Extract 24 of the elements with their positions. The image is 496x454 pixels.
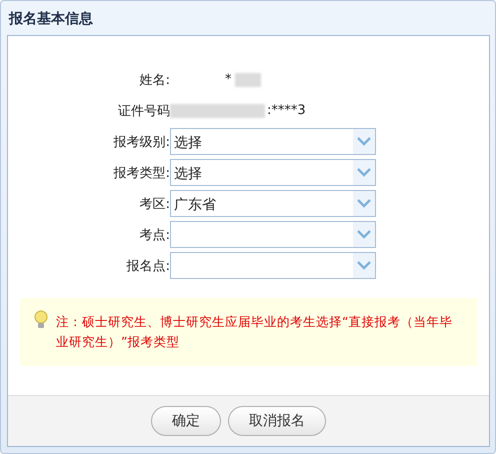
field-label: 姓名: [138,72,170,88]
field-value: :****3 [267,103,306,118]
chevron-down-icon [357,261,371,270]
chevron-down-icon [357,230,371,239]
dialog-button[interactable]: 取消报名 [228,406,326,436]
field-label: 报名点: [126,258,170,274]
field-label: 证件号码 [117,102,170,120]
chevron-down-icon [357,137,371,146]
dropdown-field[interactable]: 选择 [170,159,376,186]
window-title: 报名基本信息 [8,10,94,29]
lightbulb-icon [34,310,48,330]
chevron-down-icon [357,199,371,208]
field-value: * [225,72,232,87]
field-label: 报考级别: [112,134,170,150]
dropdown-field[interactable] [170,252,376,279]
dialog-button[interactable]: 确定 [151,406,221,436]
field-label: 考区: [138,196,170,212]
note-text: 注：硕士研究生、博士研究生应届毕业的考生选择“直接报考（当年毕业研究生）”报考类型 [56,313,454,351]
dropdown-field[interactable] [170,221,376,248]
field-label: 报考类型: [112,164,170,182]
chevron-down-icon [357,168,371,177]
field-label: 考点: [138,226,170,244]
dropdown-field[interactable]: 选择 [170,128,376,155]
dropdown-field[interactable]: 广东省 [170,190,376,217]
